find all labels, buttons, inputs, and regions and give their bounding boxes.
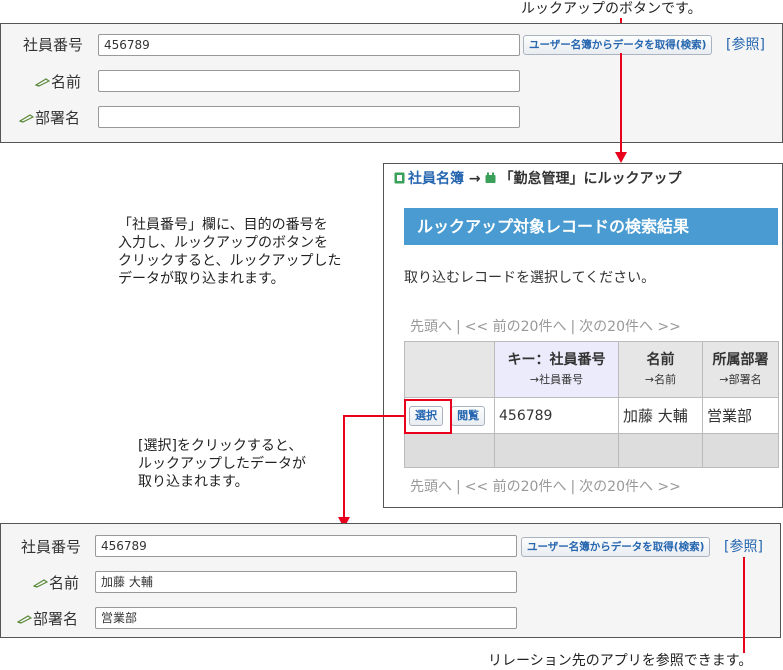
select-message: 取り込むレコードを選択してください。 — [404, 270, 656, 286]
select-note-line: ルックアップしたデータが — [138, 456, 306, 472]
connector-line — [620, 53, 622, 153]
employee-no-label: 社員番号 — [21, 538, 82, 556]
app-icon — [394, 172, 405, 184]
pager-bottom: 先頭へ | << 前の20件へ | 次の20件へ >> — [410, 476, 685, 496]
pager-sep: | — [456, 479, 461, 495]
table-row: 選択 閲覧 456789 加藤 大輔 営業部 — [404, 397, 779, 434]
arrow-text: → — [468, 171, 481, 187]
instruction-line: データが取り込まれます。 — [118, 271, 285, 287]
pager-first: 先頭へ — [410, 479, 452, 495]
pager-next: 次の20件へ >> — [579, 479, 681, 495]
pager-prev: << 前の20件へ — [464, 479, 567, 495]
result-table: キー：社員番号 →社員番号 名前 →名前 所属部署 →部署名 選択 閲覧 456… — [404, 341, 779, 468]
pencil-icon — [17, 615, 32, 624]
result-banner: ルックアップ対象レコードの検索結果 — [404, 208, 778, 245]
select-button-highlight — [404, 399, 452, 434]
view-button[interactable]: 閲覧 — [451, 405, 486, 426]
dept-label-text: 部署名 — [35, 109, 81, 127]
dept-label-text: 部署名 — [33, 610, 79, 628]
select-note: [選択]をクリックすると、 ルックアップしたデータが 取り込まれます。 — [138, 437, 306, 491]
reference-link[interactable]: [参照] — [724, 536, 763, 556]
instruction-line: クリックすると、ルックアップした — [118, 253, 342, 269]
connector-line — [743, 557, 745, 653]
reference-note: リレーション先のアプリを参照できます。 — [488, 653, 753, 669]
employee-no-input[interactable]: 456789 — [95, 535, 517, 557]
dept-input[interactable] — [98, 106, 520, 128]
column-title: 所属部署 — [712, 351, 769, 368]
name-label: 名前 — [35, 71, 81, 92]
column-sub: →部署名 — [719, 372, 762, 386]
source-app-link[interactable]: 社員名簿 — [408, 171, 464, 187]
instruction-line: 入力し、ルックアップのボタンを — [118, 235, 328, 251]
reference-link[interactable]: [参照] — [726, 34, 765, 54]
name-input[interactable]: 加藤 大輔 — [95, 571, 517, 593]
column-sub: →社員番号 — [529, 372, 584, 386]
name-label-text: 名前 — [49, 574, 80, 592]
column-header: キー：社員番号 →社員番号 — [494, 341, 619, 398]
lookup-button-note: ルックアップのボタンです。 — [521, 1, 702, 17]
arrow-icon — [615, 152, 627, 163]
dept-label: 部署名 — [17, 608, 78, 629]
action-column-header — [404, 341, 495, 398]
column-title: キー：社員番号 — [507, 351, 606, 368]
name-label: 名前 — [33, 572, 79, 593]
name-cell: 加藤 大輔 — [618, 397, 703, 434]
select-note-line: [選択]をクリックすると、 — [138, 438, 303, 454]
dept-cell: 営業部 — [702, 397, 779, 434]
pencil-icon — [33, 579, 48, 588]
dialog-title: 社員名簿 → 「勤怠管理」にルックアップ — [394, 168, 681, 188]
form-before: 社員番号 456789 ユーザー名簿からデータを取得(検索) [参照] 名前 部… — [0, 23, 783, 143]
connector-line — [343, 415, 404, 417]
select-note-line: 取り込まれます。 — [138, 474, 249, 490]
column-header: 名前 →名前 — [618, 341, 703, 398]
instruction-line: 「社員番号」欄に、目的の番号を — [118, 217, 328, 233]
form-after: 社員番号 456789 ユーザー名簿からデータを取得(検索) [参照] 名前 加… — [0, 523, 781, 638]
pager-sep: | — [456, 319, 461, 335]
table-row — [404, 433, 779, 468]
name-label-text: 名前 — [51, 73, 82, 91]
lookup-button[interactable]: ユーザー名簿からデータを取得(検索) — [523, 35, 713, 55]
employee-no-input[interactable]: 456789 — [98, 34, 520, 56]
pager-first: 先頭へ — [410, 319, 452, 335]
employee-no-label: 社員番号 — [23, 36, 84, 54]
pager-prev: << 前の20件へ — [464, 319, 567, 335]
table-header: キー：社員番号 →社員番号 名前 →名前 所属部署 →部署名 — [404, 341, 779, 398]
lookup-button[interactable]: ユーザー名簿からデータを取得(検索) — [521, 537, 711, 557]
target-app-text: 「勤怠管理」にルックアップ — [499, 171, 682, 187]
column-header: 所属部署 →部署名 — [702, 341, 779, 398]
dept-label: 部署名 — [19, 107, 80, 128]
connector-line — [343, 415, 345, 518]
column-sub: →名前 — [644, 372, 677, 386]
pager-next: 次の20件へ >> — [579, 319, 681, 335]
app-icon — [485, 172, 496, 183]
dept-input[interactable]: 営業部 — [95, 607, 517, 629]
pager-sep: | — [570, 319, 576, 335]
instruction-note: 「社員番号」欄に、目的の番号を 入力し、ルックアップのボタンを クリックすると、… — [118, 216, 341, 288]
pencil-icon — [19, 114, 34, 123]
pencil-icon — [35, 78, 50, 87]
key-cell: 456789 — [494, 397, 619, 434]
name-input[interactable] — [98, 70, 520, 92]
pager-top: 先頭へ | << 前の20件へ | 次の20件へ >> — [410, 316, 685, 336]
lookup-dialog: 社員名簿 → 「勤怠管理」にルックアップ ルックアップ対象レコードの検索結果 取… — [383, 163, 783, 508]
column-title: 名前 — [646, 351, 675, 368]
pager-sep: | — [570, 479, 576, 495]
